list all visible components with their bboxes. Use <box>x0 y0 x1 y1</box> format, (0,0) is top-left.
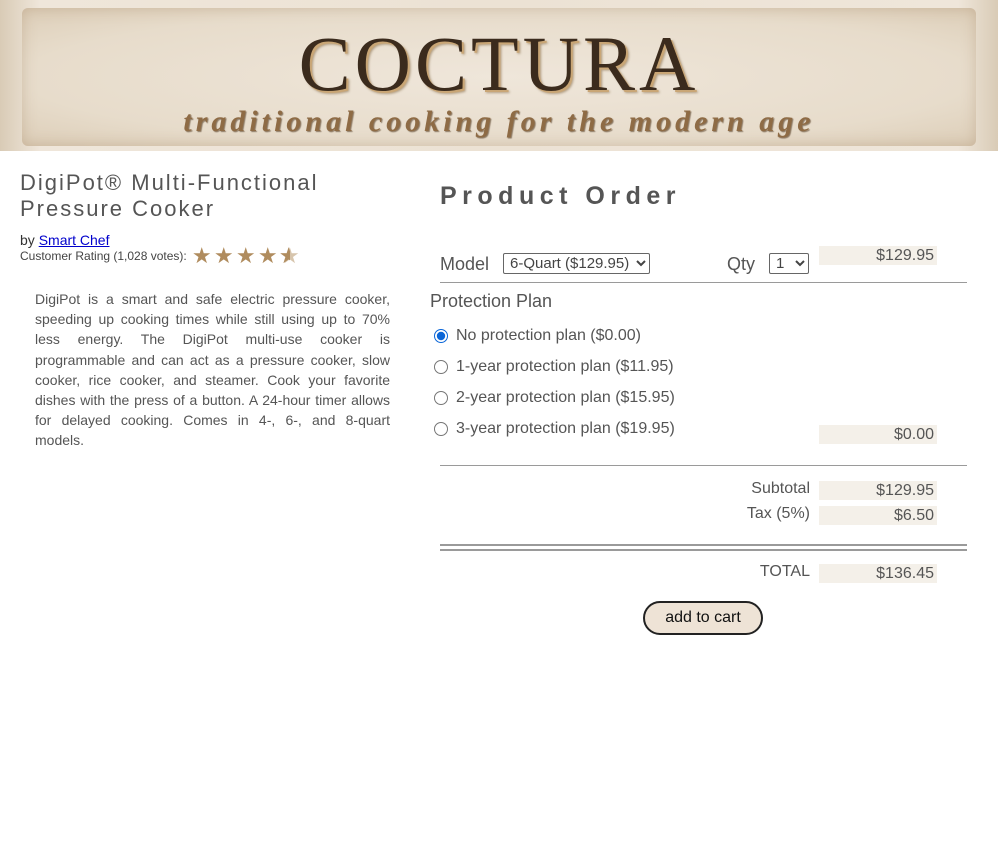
plan-option-label: No protection plan ($0.00) <box>456 327 641 344</box>
site-logo-title: COCTURA <box>298 20 700 107</box>
divider <box>440 282 967 283</box>
site-banner: COCTURA traditional cooking for the mode… <box>0 0 998 151</box>
plan-radio-3-year[interactable] <box>434 422 448 436</box>
plan-option-label: 2-year protection plan ($15.95) <box>456 389 675 406</box>
total-divider <box>440 544 967 551</box>
protection-plan-heading: Protection Plan <box>430 291 553 311</box>
star-full-icon: ★ <box>235 243 256 268</box>
plan-amount: $0.00 <box>819 425 937 444</box>
star-full-icon: ★ <box>257 243 278 268</box>
add-to-cart-button[interactable]: add to cart <box>643 601 763 635</box>
subtotal-label: Subtotal <box>751 480 810 497</box>
plan-radio-2-year[interactable] <box>434 391 448 405</box>
divider <box>440 465 967 466</box>
plan-radio-none[interactable] <box>434 329 448 343</box>
tax-amount: $6.50 <box>819 506 937 525</box>
plan-option-none[interactable]: No protection plan ($0.00) <box>434 327 641 345</box>
model-amount: $129.95 <box>819 246 937 265</box>
site-tagline: traditional cooking for the modern age <box>183 105 815 138</box>
tax-label: Tax (5%) <box>746 505 810 522</box>
product-title: DigiPot® Multi-Functional Pressure Cooke… <box>20 170 319 221</box>
star-full-icon: ★ <box>191 243 212 268</box>
qty-select[interactable]: 1 <box>769 253 809 274</box>
model-label: Model <box>440 254 490 274</box>
plan-option-1-year[interactable]: 1-year protection plan ($11.95) <box>434 358 674 376</box>
rating-label: Customer Rating (1,028 votes): <box>20 249 187 263</box>
star-half-icon: ★ <box>279 245 301 268</box>
model-select[interactable]: 6-Quart ($129.95) <box>503 253 650 274</box>
star-full-icon: ★ <box>213 243 234 268</box>
plan-option-label: 1-year protection plan ($11.95) <box>456 358 674 375</box>
plan-radio-1-year[interactable] <box>434 360 448 374</box>
rating-stars: ★ ★ ★ ★ ★ <box>191 243 301 268</box>
plan-option-2-year[interactable]: 2-year protection plan ($15.95) <box>434 389 675 407</box>
plan-option-3-year[interactable]: 3-year protection plan ($19.95) <box>434 420 675 438</box>
qty-label: Qty <box>727 254 756 274</box>
order-heading: Product Order <box>440 182 681 210</box>
total-amount: $136.45 <box>819 564 937 583</box>
plan-option-label: 3-year protection plan ($19.95) <box>456 420 675 437</box>
total-label: TOTAL <box>759 563 810 580</box>
product-description: DigiPot is a smart and safe electric pre… <box>35 291 390 449</box>
customer-rating: Customer Rating (1,028 votes): ★ ★ ★ ★ ★ <box>20 243 301 268</box>
subtotal-amount: $129.95 <box>819 481 937 500</box>
